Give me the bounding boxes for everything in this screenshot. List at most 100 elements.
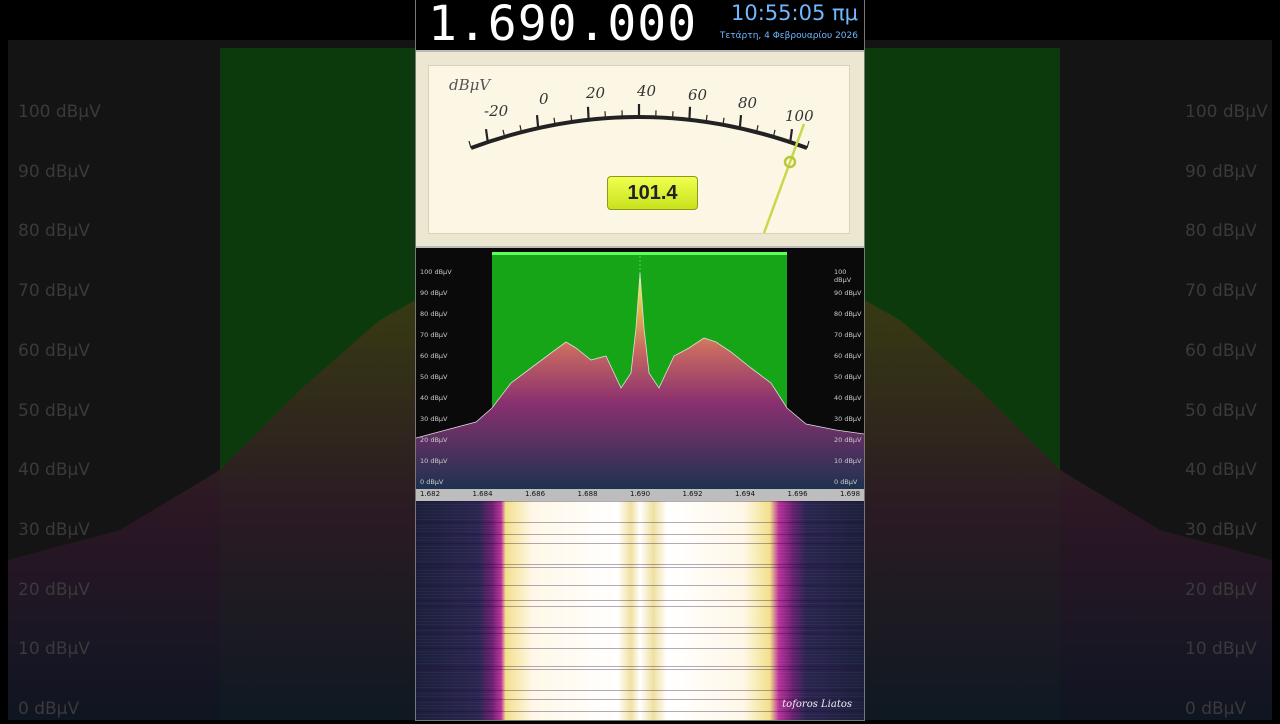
waterfall-line [416, 615, 864, 616]
db-label: 80 dBμV [834, 310, 862, 318]
db-label: 20 dBμV [834, 436, 862, 444]
waterfall-line [416, 507, 864, 508]
db-label: 0 dBμV [420, 478, 443, 486]
background-db-label: 60 dBμV [18, 341, 90, 361]
waterfall-line [416, 621, 864, 622]
waterfall-line [416, 528, 864, 529]
waterfall-line [416, 681, 864, 682]
db-label: 100 dBμV [420, 268, 452, 276]
waterfall-line [416, 606, 864, 607]
waterfall-line [416, 687, 864, 688]
waterfall-line [416, 576, 864, 577]
waterfall-line [416, 564, 864, 565]
background-db-label: 80 dBμV [18, 221, 90, 241]
background-db-label: 0 dBμV [1185, 699, 1246, 719]
db-label: 30 dBμV [420, 415, 448, 423]
waterfall-line [416, 690, 864, 691]
background-db-label: 80 dBμV [1185, 221, 1257, 241]
credit-text: toforos Liatos [782, 699, 852, 710]
waterfall-line [416, 570, 864, 571]
waterfall-line [416, 558, 864, 559]
waterfall-line [416, 648, 864, 649]
waterfall-line [416, 645, 864, 646]
freq-tick-label: 1.688 [578, 490, 598, 498]
waterfall-line [416, 579, 864, 580]
waterfall-line [416, 510, 864, 511]
meter-tick [469, 141, 471, 148]
db-label: 100 dBμV [834, 268, 864, 284]
scale-label: 40 [637, 82, 656, 100]
waterfall-line [416, 714, 864, 715]
spectrum-display[interactable]: 100 dBμV90 dBμV80 dBμV70 dBμV60 dBμV50 d… [416, 248, 864, 489]
waterfall-line [416, 672, 864, 673]
s-meter-readout: 101.4 [607, 176, 698, 210]
scale-label: 100 [785, 107, 814, 125]
waterfall-line [416, 612, 864, 613]
waterfall-line [416, 552, 864, 553]
clock-date: Τετάρτη, 4 Φεβρουαρίου 2026 [720, 31, 858, 41]
waterfall-line [416, 573, 864, 574]
waterfall-line [416, 630, 864, 631]
background-db-label: 100 dBμV [18, 102, 101, 122]
waterfall-line [416, 516, 864, 517]
waterfall-line [416, 651, 864, 652]
waterfall-line [416, 534, 864, 535]
meter-tick [807, 141, 809, 148]
waterfall-line [416, 717, 864, 718]
waterfall-line [416, 555, 864, 556]
waterfall-display[interactable]: toforos Liatos [416, 501, 864, 720]
s-meter: dBμV -20 0 20 40 60 80 100 101.4 [416, 52, 864, 248]
db-label: 90 dBμV [834, 289, 862, 297]
clock-time: 10:55:05 πμ [731, 1, 858, 25]
freq-tick-label: 1.694 [735, 490, 755, 498]
meter-tick [740, 115, 741, 128]
waterfall-line [416, 696, 864, 697]
waterfall-line [416, 633, 864, 634]
waterfall-line [416, 594, 864, 595]
freq-tick-label: 1.692 [683, 490, 703, 498]
waterfall-line [416, 537, 864, 538]
freq-tick-label: 1.682 [420, 490, 440, 498]
waterfall-line [416, 519, 864, 520]
waterfall-line [416, 642, 864, 643]
waterfall-line [416, 666, 864, 667]
frequency-display[interactable]: 1.690.000 [428, 0, 697, 52]
waterfall-line [416, 678, 864, 679]
meter-tick [706, 115, 707, 122]
spectrum-fill [416, 273, 864, 489]
scale-label: -20 [484, 102, 508, 120]
freq-tick-label: 1.690 [630, 490, 650, 498]
background-db-label: 0 dBμV [18, 699, 79, 719]
waterfall-line [416, 501, 864, 502]
waterfall-line [416, 657, 864, 658]
sdr-panel: 1.690.000 10:55:05 πμ Τετάρτη, 4 Φεβρουα… [416, 0, 864, 720]
waterfall-line [416, 549, 864, 550]
waterfall-line [416, 525, 864, 526]
waterfall-line [416, 582, 864, 583]
db-label: 90 dBμV [420, 289, 448, 297]
background-db-label: 90 dBμV [18, 162, 90, 182]
waterfall-line [416, 639, 864, 640]
freq-tick-label: 1.698 [840, 490, 860, 498]
waterfall-line [416, 591, 864, 592]
waterfall-line [416, 504, 864, 505]
scale-label: 80 [738, 94, 757, 112]
frequency-bar: 1.690.000 10:55:05 πμ Τετάρτη, 4 Φεβρουα… [416, 0, 864, 52]
background-db-label: 10 dBμV [18, 639, 90, 659]
waterfall-line [416, 543, 864, 544]
waterfall-line [416, 546, 864, 547]
spectrum-plot [416, 248, 864, 489]
meter-tick [689, 107, 690, 120]
scale-label: 0 [539, 90, 549, 108]
waterfall-line [416, 663, 864, 664]
waterfall-line [416, 522, 864, 523]
db-label: 20 dBμV [420, 436, 448, 444]
background-db-label: 70 dBμV [1185, 281, 1257, 301]
waterfall-line [416, 603, 864, 604]
background-db-label: 50 dBμV [18, 401, 90, 421]
background-db-label: 20 dBμV [1185, 580, 1257, 600]
db-label: 10 dBμV [420, 457, 448, 465]
waterfall-line [416, 693, 864, 694]
scale-label: 60 [688, 86, 707, 104]
waterfall-line [416, 624, 864, 625]
